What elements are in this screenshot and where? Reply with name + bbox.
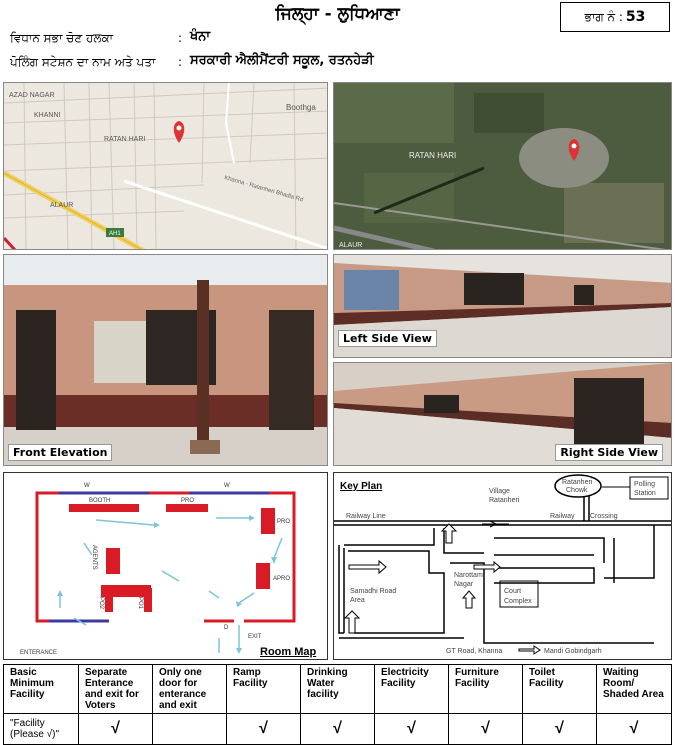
entrance-label: ENTERANCE	[20, 650, 57, 656]
part-label: ਭਾਗ ਨੰ :	[584, 9, 623, 24]
key-label: Complex	[504, 598, 532, 605]
window-label: W	[224, 483, 230, 489]
map-label: RATAN HARI	[409, 151, 456, 160]
facility-header: Waiting Room/ Shaded Area	[596, 664, 672, 714]
key-label: Court	[504, 588, 521, 595]
key-label: Polling	[634, 481, 655, 488]
pro-label: PRO	[277, 519, 290, 525]
front-elevation-photo: Front Elevation	[3, 254, 328, 466]
facility-header: Drinking Water facility	[300, 664, 375, 714]
facility-check	[152, 713, 227, 745]
key-label: Crossing	[590, 513, 618, 520]
station-value: ਸਰਕਾਰੀ ਐਲੀਮੈਂਟਰੀ ਸਕੂਲ, ਰਤਨਹੇੜੀ	[190, 53, 374, 68]
front-elevation-label: Front Elevation	[8, 444, 113, 461]
agents-label: AGENTS	[91, 545, 97, 570]
map-label: AZAD NAGAR	[9, 92, 55, 99]
map-label: RATAN HARI	[104, 136, 145, 143]
map-label: AH1	[109, 231, 121, 237]
facility-table: Basic Minimum Facility Separate Enteranc…	[3, 664, 672, 745]
facility-check: √	[448, 713, 523, 745]
po1-label: PO1	[137, 597, 143, 610]
facility-check: √	[226, 713, 301, 745]
po2-label: PO2	[98, 597, 104, 610]
room-map-title: Room Map	[260, 646, 317, 658]
facility-header: Toilet Facility	[522, 664, 597, 714]
satellite-drawing: RATAN HARI ALAUR	[334, 83, 671, 249]
key-plan-drawing: Key Plan Village Ratanheri Ratanheri Cho…	[334, 474, 671, 655]
key-plan-title: Key Plan	[340, 481, 382, 492]
key-plan: Key Plan Village Ratanheri Ratanheri Cho…	[333, 472, 672, 660]
facility-header: Basic Minimum Facility	[3, 664, 79, 714]
facility-header-row: Basic Minimum Facility Separate Enteranc…	[3, 664, 672, 714]
map-label: ALAUR	[339, 242, 362, 249]
facility-check: √	[374, 713, 449, 745]
facility-value-row: "Facility (Please √)" √ √ √ √ √ √ √	[3, 713, 672, 745]
map-label: Boothga	[286, 103, 316, 112]
pro-label: PRO	[181, 498, 194, 504]
map-label: ALAUR	[50, 202, 73, 209]
facility-header: Separate Enterance and exit for Voters	[78, 664, 153, 714]
map-label: Khanna - Ratanheri Bhadla Rd	[223, 175, 303, 203]
facility-check: √	[596, 713, 672, 745]
key-label: Area	[350, 597, 365, 604]
part-number: 53	[625, 9, 646, 25]
key-label: GT Road, Khanna	[446, 648, 502, 655]
key-label: Station	[634, 490, 656, 497]
key-label: Ratanheri	[562, 479, 593, 486]
facility-header: Ramp Facility	[226, 664, 301, 714]
road-map-drawing: AZAD NAGAR KHANNI RATAN HARI Boothga ALA…	[4, 83, 327, 249]
facility-check: √	[522, 713, 597, 745]
part-number-box: ਭਾਗ ਨੰ : 53	[560, 2, 670, 32]
key-label: Nagar	[454, 581, 474, 588]
constituency-label: ਵਿਧਾਨ ਸਭਾ ਚੋਣ ਹਲਕਾ	[10, 31, 114, 45]
right-side-label: Right Side View	[555, 444, 663, 461]
key-label: Chowk	[566, 487, 588, 494]
room-map-drawing: W W BOOTH PRO PRO APRO AGENTS PO2 PO1 EN…	[20, 483, 296, 656]
key-label: Ratanheri	[489, 497, 520, 504]
booth-label: BOOTH	[89, 498, 110, 504]
road-map: AZAD NAGAR KHANNI RATAN HARI Boothga ALA…	[3, 82, 328, 250]
left-side-photo: Left Side View	[333, 254, 672, 358]
station-colon: :	[178, 55, 183, 69]
facility-row-label: "Facility (Please √)"	[3, 713, 79, 745]
station-label: ਪੋਲਿੰਗ ਸਟੇਸ਼ਨ ਦਾ ਨਾਮ ਅਤੇ ਪਤਾ	[10, 55, 156, 69]
facility-check: √	[300, 713, 375, 745]
window-label: W	[84, 483, 90, 489]
facility-header: Electricity Facility	[374, 664, 449, 714]
constituency-colon: :	[178, 31, 183, 45]
map-label: KHANNI	[34, 112, 61, 119]
key-label: Railway	[550, 513, 575, 520]
constituency-value: ਖੰਨਾ	[190, 29, 211, 44]
key-label: Narottam	[454, 572, 483, 579]
satellite-map: RATAN HARI ALAUR	[333, 82, 672, 250]
left-side-label: Left Side View	[338, 330, 437, 347]
door-label: D	[224, 625, 229, 631]
right-side-photo: Right Side View	[333, 362, 672, 466]
exit-label: EXIT	[248, 634, 262, 640]
key-label: Railway Line	[346, 513, 386, 520]
apro-label: APRO	[273, 576, 290, 582]
facility-header: Only one door for enterance and exit	[152, 664, 227, 714]
facility-check: √	[78, 713, 153, 745]
front-photo-drawing	[4, 255, 327, 465]
key-label: Mandi Gobindgarh	[544, 648, 602, 655]
room-map: W W BOOTH PRO PRO APRO AGENTS PO2 PO1 EN…	[3, 472, 328, 660]
key-label: Samadhi Road	[350, 588, 396, 595]
key-label: Village	[489, 488, 510, 495]
location-pin-icon	[173, 121, 185, 143]
facility-header: Furniture Facility	[448, 664, 523, 714]
